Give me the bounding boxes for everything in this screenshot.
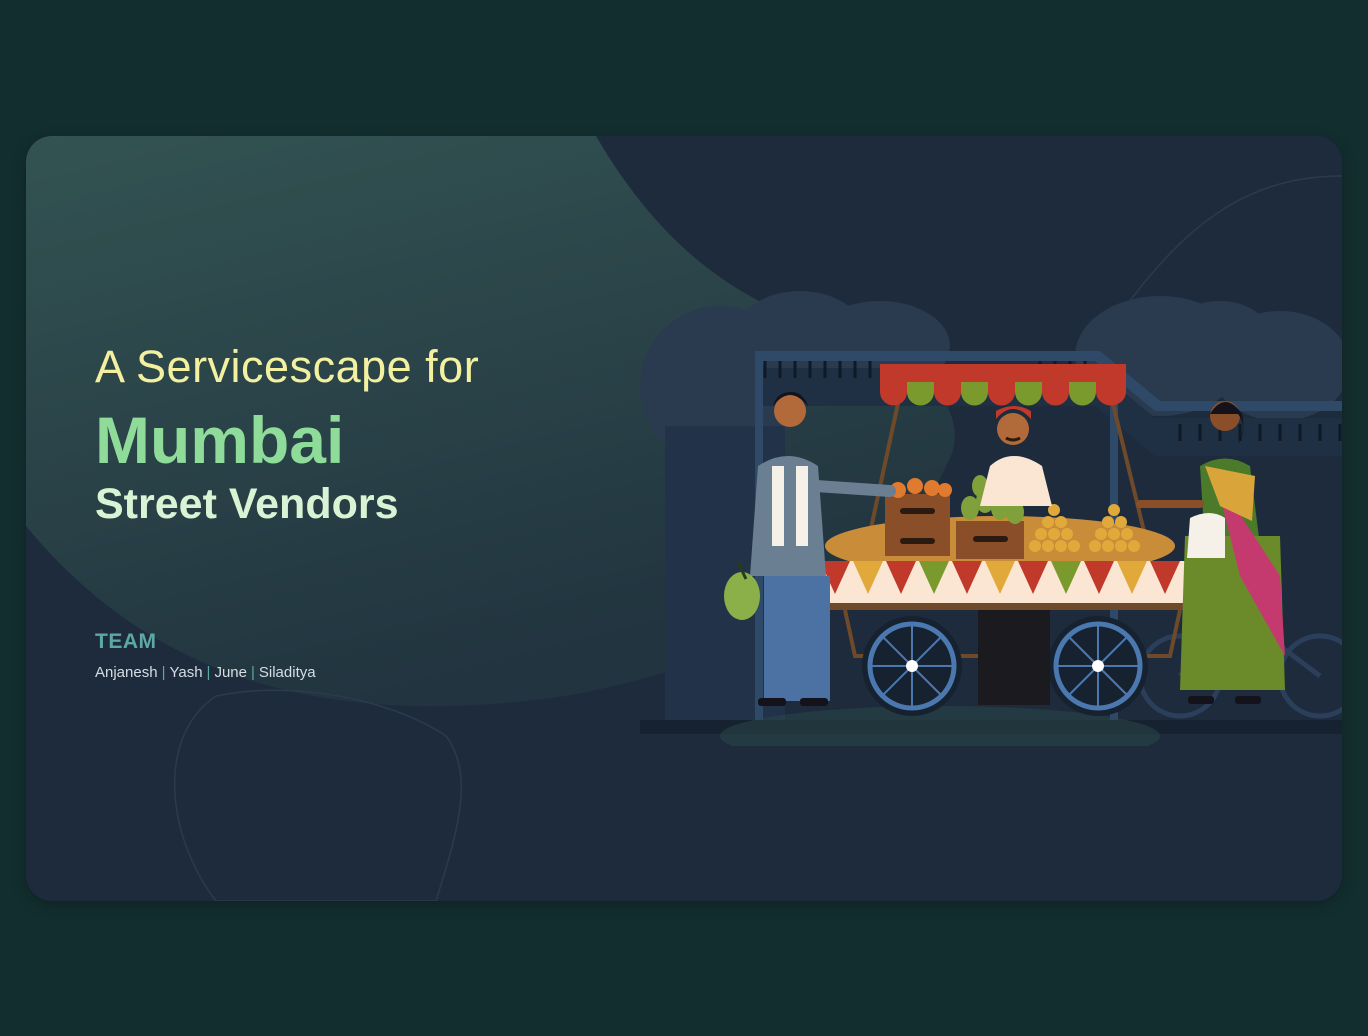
cart-canopy <box>880 364 1126 406</box>
team-members: Anjanesh | Yash | June | Siladitya <box>95 664 316 681</box>
title-block: A Servicescape for Mumbai Street Vendors <box>95 344 479 526</box>
team-separator: | <box>206 664 211 681</box>
team-member: Siladitya <box>258 664 316 681</box>
title-slide: A Servicescape for Mumbai Street Vendors… <box>26 136 1342 901</box>
team-member: June <box>214 664 247 681</box>
slide-subtitle: A Servicescape for <box>95 341 480 392</box>
team-member: Yash <box>169 664 203 681</box>
street-vendor-illustration <box>640 291 1342 746</box>
team-separator: | <box>161 664 166 681</box>
team-label: TEAM <box>95 630 157 653</box>
slide-title-city: Mumbai <box>95 403 345 477</box>
team-member: Anjanesh <box>95 664 158 681</box>
cart-wheel-left <box>862 616 962 716</box>
team-separator: | <box>250 664 255 681</box>
cart-wheel-right <box>1048 616 1148 716</box>
slide-title-rest: Street Vendors <box>95 480 399 528</box>
